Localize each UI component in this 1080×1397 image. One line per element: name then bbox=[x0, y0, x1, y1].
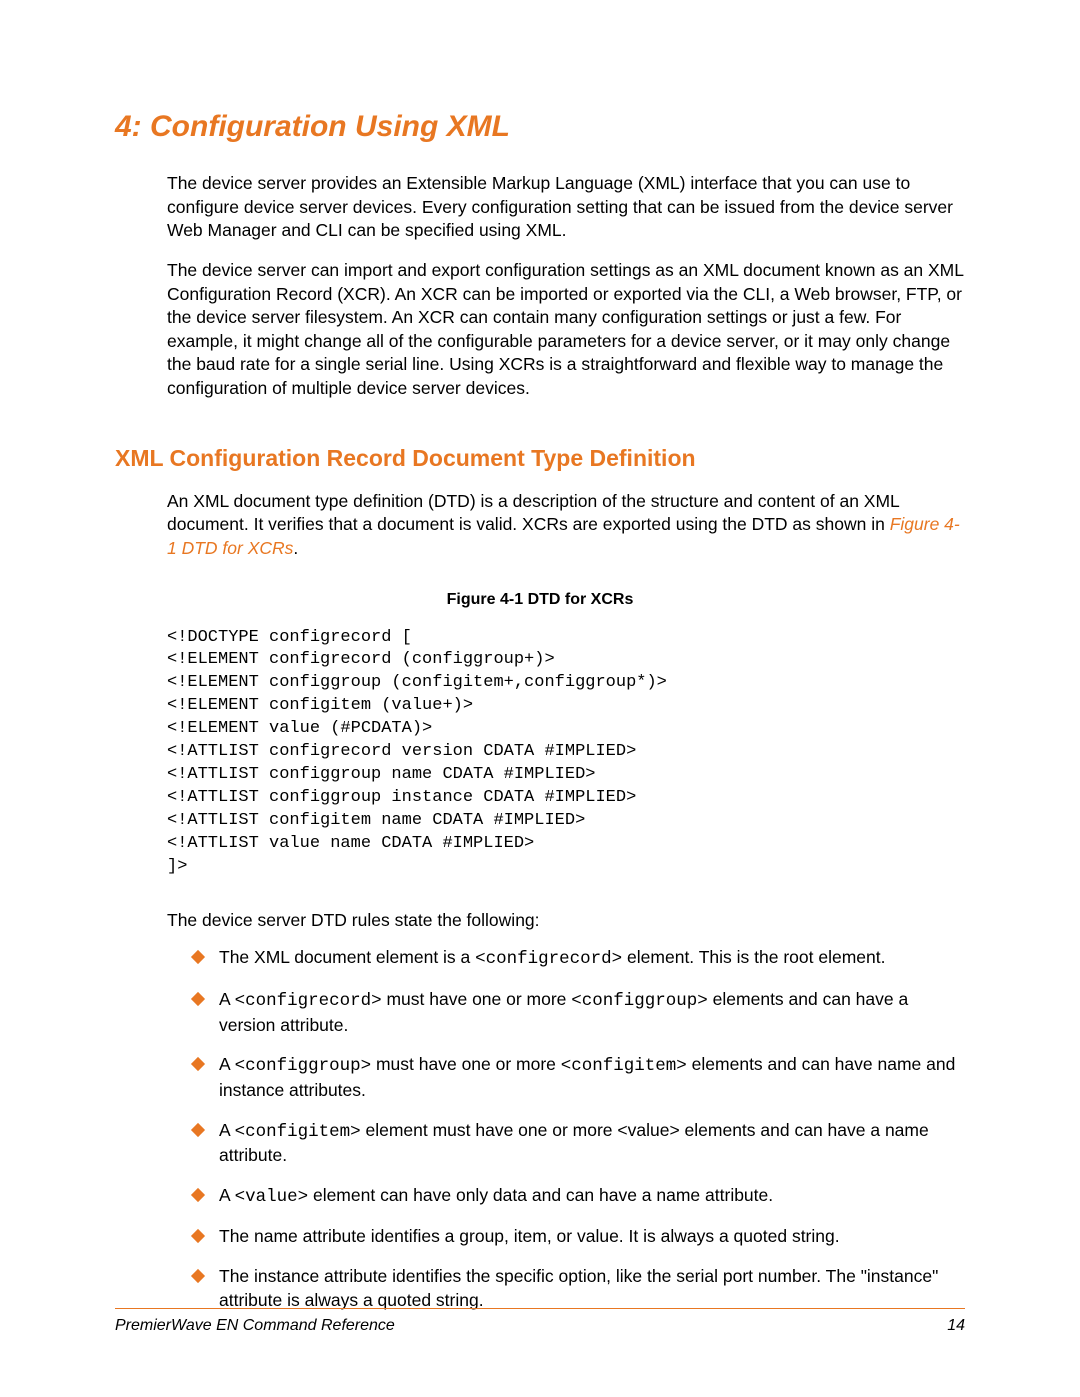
code-inline: <configgroup> bbox=[235, 1056, 372, 1076]
code-inline: <configitem> bbox=[561, 1056, 687, 1076]
list-text: element can have only data and can have … bbox=[308, 1185, 773, 1205]
footer-doc-title: PremierWave EN Command Reference bbox=[115, 1317, 395, 1335]
code-inline: <configitem> bbox=[235, 1122, 361, 1142]
rules-intro: The device server DTD rules state the fo… bbox=[115, 909, 965, 933]
list-text: A bbox=[219, 989, 235, 1009]
section-title: XML Configuration Record Document Type D… bbox=[115, 445, 965, 472]
list-text: A bbox=[219, 1120, 235, 1140]
list-text: The XML document element is a bbox=[219, 947, 475, 967]
code-inline: <configrecord> bbox=[235, 991, 382, 1011]
paragraph-1: The device server provides an Extensible… bbox=[115, 172, 965, 243]
section-intro: An XML document type definition (DTD) is… bbox=[115, 490, 965, 561]
section-intro-text-a: An XML document type definition (DTD) is… bbox=[167, 491, 899, 535]
list-item: The XML document element is a <configrec… bbox=[193, 946, 965, 972]
list-item: The name attribute identifies a group, i… bbox=[193, 1225, 965, 1249]
paragraph-2: The device server can import and export … bbox=[115, 259, 965, 401]
page-footer: PremierWave EN Command Reference 14 bbox=[115, 1308, 965, 1335]
code-inline: <configgroup> bbox=[571, 991, 708, 1011]
list-text: A bbox=[219, 1054, 235, 1074]
code-inline: <configrecord> bbox=[475, 949, 622, 969]
list-text: must have one or more bbox=[382, 989, 572, 1009]
list-item: A <value> element can have only data and… bbox=[193, 1184, 965, 1210]
dtd-code-block: <!DOCTYPE configrecord [ <!ELEMENT confi… bbox=[115, 627, 965, 879]
list-item: A <configgroup> must have one or more <c… bbox=[193, 1053, 965, 1102]
footer-page-number: 14 bbox=[947, 1317, 965, 1335]
list-text: The instance attribute identifies the sp… bbox=[219, 1266, 938, 1310]
list-text: A bbox=[219, 1185, 235, 1205]
list-text: must have one or more bbox=[371, 1054, 561, 1074]
list-text: element. This is the root element. bbox=[622, 947, 885, 967]
page: 4: Configuration Using XML The device se… bbox=[0, 0, 1080, 1397]
rules-list: The XML document element is a <configrec… bbox=[115, 946, 965, 1312]
list-item: A <configrecord> must have one or more <… bbox=[193, 988, 965, 1037]
list-item: The instance attribute identifies the sp… bbox=[193, 1265, 965, 1312]
figure-caption: Figure 4-1 DTD for XCRs bbox=[115, 591, 965, 609]
chapter-title: 4: Configuration Using XML bbox=[115, 110, 965, 144]
code-inline: <value> bbox=[235, 1187, 309, 1207]
list-item: A <configitem> element must have one or … bbox=[193, 1119, 965, 1168]
list-text: The name attribute identifies a group, i… bbox=[219, 1226, 840, 1246]
section-intro-text-b: . bbox=[293, 538, 298, 558]
